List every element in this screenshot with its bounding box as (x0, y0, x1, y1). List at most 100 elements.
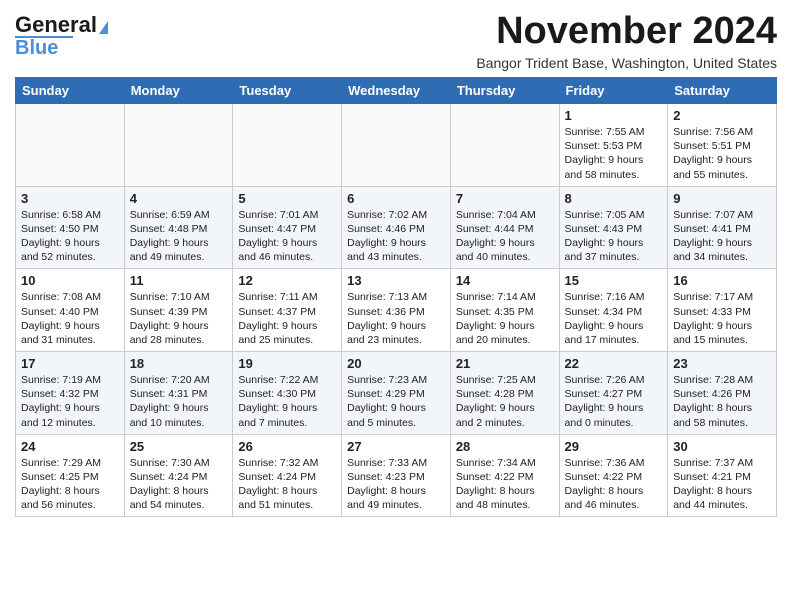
calendar-cell: 27Sunrise: 7:33 AM Sunset: 4:23 PM Dayli… (342, 434, 451, 517)
day-number: 28 (456, 439, 554, 454)
calendar-cell: 13 Sunrise: 7:13 AM Sunset: 4:36 PM Dayli… (342, 269, 451, 352)
calendar-cell: 21Sunrise: 7:25 AM Sunset: 4:28 PM Dayli… (450, 352, 559, 435)
calendar-cell: 6 Sunrise: 7:02 AM Sunset: 4:46 PM Daylig… (342, 186, 451, 269)
day-number: 22 (565, 356, 663, 371)
calendar-cell: 2 Sunrise: 7:56 AM Sunset: 5:51 PM Daylig… (668, 104, 777, 187)
calendar-week-row: 17 Sunrise: 7:19 AM Sunset: 4:32 PM Dayli… (16, 352, 777, 435)
day-info: Sunrise: 7:26 AM Sunset: 4:27 PM Dayligh… (565, 373, 663, 430)
day-info: Sunrise: 7:28 AM Sunset: 4:26 PM Dayligh… (673, 373, 771, 430)
day-number: 29 (565, 439, 663, 454)
day-number: 19 (238, 356, 336, 371)
calendar-cell: 1 Sunrise: 7:55 AM Sunset: 5:53 PM Daylig… (559, 104, 668, 187)
calendar-cell: 20Sunrise: 7:23 AM Sunset: 4:29 PM Dayli… (342, 352, 451, 435)
calendar-cell: 18Sunrise: 7:20 AM Sunset: 4:31 PM Dayli… (124, 352, 233, 435)
calendar-cell: 22 Sunrise: 7:26 AM Sunset: 4:27 PM Dayli… (559, 352, 668, 435)
weekday-header-sunday: Sunday (16, 78, 125, 104)
weekday-header-tuesday: Tuesday (233, 78, 342, 104)
calendar-cell: 14 Sunrise: 7:14 AM Sunset: 4:35 PM Dayli… (450, 269, 559, 352)
day-number: 12 (238, 273, 336, 288)
day-info: Sunrise: 7:29 AM Sunset: 4:25 PM Dayligh… (21, 456, 119, 513)
day-info: Sunrise: 7:07 AM Sunset: 4:41 PM Dayligh… (673, 208, 771, 265)
day-info: Sunrise: 7:14 AM Sunset: 4:35 PM Dayligh… (456, 290, 554, 347)
day-number: 10 (21, 273, 119, 288)
calendar-cell: 3 Sunrise: 6:58 AM Sunset: 4:50 PM Daylig… (16, 186, 125, 269)
calendar-week-row: 10Sunrise: 7:08 AM Sunset: 4:40 PM Dayli… (16, 269, 777, 352)
day-number: 24 (21, 439, 119, 454)
calendar-cell: 23 Sunrise: 7:28 AM Sunset: 4:26 PM Dayli… (668, 352, 777, 435)
calendar-cell: 25 Sunrise: 7:30 AM Sunset: 4:24 PM Dayli… (124, 434, 233, 517)
day-info: Sunrise: 7:55 AM Sunset: 5:53 PM Dayligh… (565, 125, 663, 182)
calendar-cell: 5 Sunrise: 7:01 AM Sunset: 4:47 PM Daylig… (233, 186, 342, 269)
calendar-cell: 30Sunrise: 7:37 AM Sunset: 4:21 PM Dayli… (668, 434, 777, 517)
day-number: 26 (238, 439, 336, 454)
logo-blue: Blue (15, 38, 58, 58)
day-info: Sunrise: 7:30 AM Sunset: 4:24 PM Dayligh… (130, 456, 228, 513)
calendar-cell (233, 104, 342, 187)
calendar-cell: 7 Sunrise: 7:04 AM Sunset: 4:44 PM Daylig… (450, 186, 559, 269)
day-number: 25 (130, 439, 228, 454)
day-number: 8 (565, 191, 663, 206)
day-number: 14 (456, 273, 554, 288)
calendar-cell (16, 104, 125, 187)
day-number: 1 (565, 108, 663, 123)
day-number: 9 (673, 191, 771, 206)
day-info: Sunrise: 6:59 AM Sunset: 4:48 PM Dayligh… (130, 208, 228, 265)
day-info: Sunrise: 7:04 AM Sunset: 4:44 PM Dayligh… (456, 208, 554, 265)
calendar-cell: 10Sunrise: 7:08 AM Sunset: 4:40 PM Dayli… (16, 269, 125, 352)
calendar-cell: 8 Sunrise: 7:05 AM Sunset: 4:43 PM Daylig… (559, 186, 668, 269)
day-info: Sunrise: 7:22 AM Sunset: 4:30 PM Dayligh… (238, 373, 336, 430)
calendar-cell: 15 Sunrise: 7:16 AM Sunset: 4:34 PM Dayli… (559, 269, 668, 352)
day-info: Sunrise: 7:16 AM Sunset: 4:34 PM Dayligh… (565, 290, 663, 347)
calendar-cell: 28Sunrise: 7:34 AM Sunset: 4:22 PM Dayli… (450, 434, 559, 517)
day-number: 2 (673, 108, 771, 123)
weekday-header-thursday: Thursday (450, 78, 559, 104)
weekday-header-monday: Monday (124, 78, 233, 104)
calendar-header-row: SundayMondayTuesdayWednesdayThursdayFrid… (16, 78, 777, 104)
day-number: 3 (21, 191, 119, 206)
calendar-week-row: 3 Sunrise: 6:58 AM Sunset: 4:50 PM Daylig… (16, 186, 777, 269)
calendar-cell (124, 104, 233, 187)
calendar-cell: 16 Sunrise: 7:17 AM Sunset: 4:33 PM Dayli… (668, 269, 777, 352)
calendar-week-row: 1 Sunrise: 7:55 AM Sunset: 5:53 PM Daylig… (16, 104, 777, 187)
month-title: November 2024 (476, 10, 777, 53)
day-number: 6 (347, 191, 445, 206)
calendar-cell: 9 Sunrise: 7:07 AM Sunset: 4:41 PM Daylig… (668, 186, 777, 269)
calendar-cell: 17 Sunrise: 7:19 AM Sunset: 4:32 PM Dayli… (16, 352, 125, 435)
weekday-header-wednesday: Wednesday (342, 78, 451, 104)
day-number: 17 (21, 356, 119, 371)
day-info: Sunrise: 7:10 AM Sunset: 4:39 PM Dayligh… (130, 290, 228, 347)
calendar-table: SundayMondayTuesdayWednesdayThursdayFrid… (15, 77, 777, 517)
day-number: 15 (565, 273, 663, 288)
day-number: 7 (456, 191, 554, 206)
logo: General Blue (15, 14, 108, 58)
day-number: 30 (673, 439, 771, 454)
weekday-header-friday: Friday (559, 78, 668, 104)
calendar-cell (342, 104, 451, 187)
calendar-cell: 19 Sunrise: 7:22 AM Sunset: 4:30 PM Dayli… (233, 352, 342, 435)
day-number: 16 (673, 273, 771, 288)
calendar-cell: 12 Sunrise: 7:11 AM Sunset: 4:37 PM Dayli… (233, 269, 342, 352)
calendar-cell: 24 Sunrise: 7:29 AM Sunset: 4:25 PM Dayli… (16, 434, 125, 517)
day-info: Sunrise: 7:19 AM Sunset: 4:32 PM Dayligh… (21, 373, 119, 430)
day-info: Sunrise: 7:02 AM Sunset: 4:46 PM Dayligh… (347, 208, 445, 265)
day-info: Sunrise: 7:56 AM Sunset: 5:51 PM Dayligh… (673, 125, 771, 182)
title-block: November 2024 Bangor Trident Base, Washi… (476, 10, 777, 71)
day-info: Sunrise: 7:20 AM Sunset: 4:31 PM Dayligh… (130, 373, 228, 430)
day-number: 5 (238, 191, 336, 206)
day-info: Sunrise: 7:01 AM Sunset: 4:47 PM Dayligh… (238, 208, 336, 265)
day-info: Sunrise: 7:17 AM Sunset: 4:33 PM Dayligh… (673, 290, 771, 347)
day-number: 13 (347, 273, 445, 288)
day-info: Sunrise: 7:05 AM Sunset: 4:43 PM Dayligh… (565, 208, 663, 265)
day-info: Sunrise: 7:36 AM Sunset: 4:22 PM Dayligh… (565, 456, 663, 513)
day-number: 23 (673, 356, 771, 371)
day-info: Sunrise: 6:58 AM Sunset: 4:50 PM Dayligh… (21, 208, 119, 265)
logo-text: General (15, 14, 108, 36)
day-info: Sunrise: 7:13 AM Sunset: 4:36 PM Dayligh… (347, 290, 445, 347)
day-info: Sunrise: 7:11 AM Sunset: 4:37 PM Dayligh… (238, 290, 336, 347)
day-info: Sunrise: 7:32 AM Sunset: 4:24 PM Dayligh… (238, 456, 336, 513)
day-number: 11 (130, 273, 228, 288)
day-info: Sunrise: 7:25 AM Sunset: 4:28 PM Dayligh… (456, 373, 554, 430)
calendar-cell: 11 Sunrise: 7:10 AM Sunset: 4:39 PM Dayli… (124, 269, 233, 352)
day-info: Sunrise: 7:23 AM Sunset: 4:29 PM Dayligh… (347, 373, 445, 430)
day-info: Sunrise: 7:33 AM Sunset: 4:23 PM Dayligh… (347, 456, 445, 513)
